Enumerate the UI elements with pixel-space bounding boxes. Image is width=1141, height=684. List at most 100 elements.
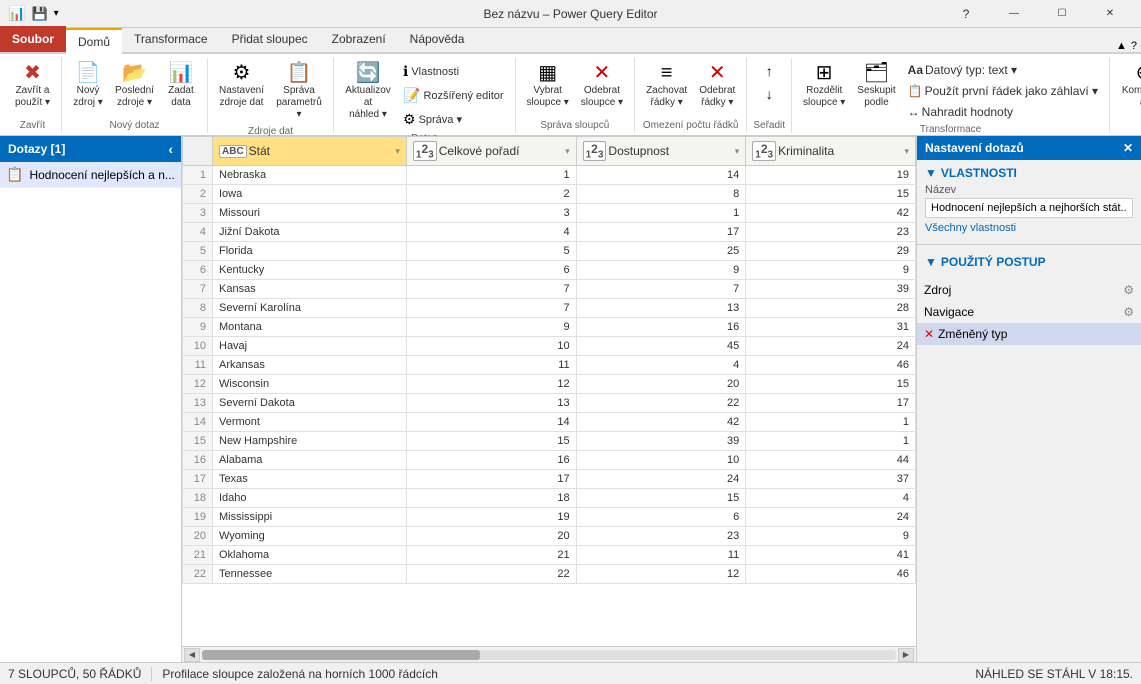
table-row[interactable]: 5 Florida 5 25 29 bbox=[183, 242, 916, 261]
step-zmeneny-typ[interactable]: ✕ Změněný typ bbox=[917, 323, 1141, 345]
steps-expand-icon[interactable]: ▼ bbox=[925, 255, 937, 269]
step-navigace[interactable]: Navigace ⚙ bbox=[917, 301, 1141, 323]
table-row[interactable]: 8 Severní Karolína 7 13 28 bbox=[183, 299, 916, 318]
tab-napoveda[interactable]: Nápověda bbox=[398, 26, 477, 52]
ribbon-group-kombinovat: ⊕ Kombinovat bbox=[1110, 58, 1141, 133]
table-row[interactable]: 9 Montana 9 16 31 bbox=[183, 318, 916, 337]
table-row[interactable]: 3 Missouri 3 1 42 bbox=[183, 204, 916, 223]
sidebar-collapse-icon[interactable]: ‹ bbox=[168, 141, 173, 157]
col-header-stat[interactable]: ABC Stát ▾ bbox=[213, 137, 407, 166]
table-row[interactable]: 14 Vermont 14 42 1 bbox=[183, 413, 916, 432]
table-row[interactable]: 4 Jižní Dakota 4 17 23 bbox=[183, 223, 916, 242]
table-row[interactable]: 17 Texas 17 24 37 bbox=[183, 470, 916, 489]
table-row[interactable]: 12 Wisconsin 12 20 15 bbox=[183, 375, 916, 394]
table-row[interactable]: 10 Havaj 10 45 24 bbox=[183, 337, 916, 356]
zachovat-radky-label: Zachovatřádky ▾ bbox=[646, 85, 687, 109]
table-row[interactable]: 18 Idaho 18 15 4 bbox=[183, 489, 916, 508]
cell-kriminalita: 29 bbox=[746, 242, 916, 261]
seradit-vzestupne-button[interactable]: ↑ bbox=[761, 60, 778, 82]
zadat-data-button[interactable]: 📊 Zadatdata bbox=[161, 60, 201, 112]
step-navigace-label: Navigace bbox=[924, 305, 974, 319]
properties-expand-icon[interactable]: ▼ bbox=[925, 166, 937, 180]
stat-filter-icon[interactable]: ▾ bbox=[395, 146, 400, 157]
table-row[interactable]: 6 Kentucky 6 9 9 bbox=[183, 261, 916, 280]
step-zdroj-gear[interactable]: ⚙ bbox=[1123, 283, 1134, 297]
vlastnosti-button[interactable]: ℹ Vlastnosti bbox=[398, 60, 509, 83]
table-row[interactable]: 21 Oklahoma 21 11 41 bbox=[183, 546, 916, 565]
dostupnost-filter-icon[interactable]: ▾ bbox=[735, 146, 740, 157]
col-header-kriminalita[interactable]: 123 Kriminalita ▾ bbox=[746, 137, 916, 166]
cell-stat: Wyoming bbox=[213, 527, 407, 546]
close-button[interactable]: ✕ bbox=[1087, 0, 1133, 28]
ribbon-help-icon[interactable]: ? bbox=[1131, 40, 1137, 52]
nahradit-hodnoty-button[interactable]: ↔ Nahradit hodnoty bbox=[903, 102, 1103, 122]
sprava-button[interactable]: ⚙ Správa ▾ bbox=[398, 108, 509, 131]
sidebar-header: Dotazy [1] ‹ bbox=[0, 136, 181, 162]
horizontal-scrollbar[interactable]: ◀ ▶ bbox=[182, 646, 916, 662]
zavrit-a-pouzit-button[interactable]: ✖ Zavřít apoužít ▾ bbox=[10, 60, 55, 112]
table-row[interactable]: 20 Wyoming 20 23 9 bbox=[183, 527, 916, 546]
step-navigace-gear[interactable]: ⚙ bbox=[1123, 305, 1134, 319]
odebrat-sloupce-button[interactable]: ✕ Odebratsloupce ▾ bbox=[576, 60, 628, 112]
all-properties-link[interactable]: Všechny vlastnosti bbox=[925, 222, 1133, 234]
kombinovat-button[interactable]: ⊕ Kombinovat bbox=[1116, 60, 1141, 112]
novy-zdroj-button[interactable]: 📄 Novýzdroj ▾ bbox=[68, 60, 108, 112]
table-row[interactable]: 11 Arkansas 11 4 46 bbox=[183, 356, 916, 375]
col-header-dostupnost[interactable]: 123 Dostupnost ▾ bbox=[576, 137, 746, 166]
table-row[interactable]: 13 Severní Dakota 13 22 17 bbox=[183, 394, 916, 413]
datovy-typ-button[interactable]: Aa Datový typ: text ▾ bbox=[903, 60, 1103, 80]
table-row[interactable]: 19 Mississippi 19 6 24 bbox=[183, 508, 916, 527]
maximize-button[interactable]: ☐ bbox=[1039, 0, 1085, 28]
seskupit-podle-button[interactable]: 🗂 Seskupitpodle bbox=[852, 60, 900, 112]
table-row[interactable]: 2 Iowa 2 8 15 bbox=[183, 185, 916, 204]
prvni-radek-icon: 📋 bbox=[908, 84, 923, 98]
tab-pridat-sloupec[interactable]: Přidat sloupec bbox=[220, 26, 320, 52]
sidebar-item-hodnoceni[interactable]: 📋 Hodnocení nejlepších a n... bbox=[0, 162, 181, 188]
scroll-track[interactable] bbox=[202, 650, 896, 660]
ribbon-collapse-icon[interactable]: ▲ bbox=[1116, 40, 1127, 52]
query-name-input[interactable] bbox=[925, 198, 1133, 218]
quick-save-icon[interactable]: 💾 bbox=[31, 6, 47, 22]
tab-domu[interactable]: Domů bbox=[66, 28, 122, 54]
posledni-zdroje-label: Poslednízdroje ▾ bbox=[115, 85, 154, 109]
data-table[interactable]: ABC Stát ▾ 123 Celkové pořadí ▾ bbox=[182, 136, 916, 646]
quick-access-dropdown[interactable]: ▾ bbox=[54, 8, 59, 19]
table-row[interactable]: 7 Kansas 7 7 39 bbox=[183, 280, 916, 299]
table-row[interactable]: 22 Tennessee 22 12 46 bbox=[183, 565, 916, 584]
cell-celkove: 9 bbox=[406, 318, 576, 337]
table-row[interactable]: 1 Nebraska 1 14 19 bbox=[183, 166, 916, 185]
properties-section: ▼ VLASTNOSTI Název Všechny vlastnosti bbox=[917, 160, 1141, 240]
tab-zobrazeni[interactable]: Zobrazení bbox=[320, 26, 398, 52]
aktualizovat-nahled-button[interactable]: 🔄 Aktualizovatnáhled ▾ bbox=[340, 60, 396, 124]
prvni-radek-button[interactable]: 📋 Použít první řádek jako záhlaví ▾ bbox=[903, 81, 1103, 101]
sprava-parametru-button[interactable]: 📋 Správaparametrů ▾ bbox=[271, 60, 327, 124]
table-row[interactable]: 16 Alabama 16 10 44 bbox=[183, 451, 916, 470]
vybrat-sloupce-button[interactable]: ▦ Vybratsloupce ▾ bbox=[522, 60, 574, 112]
table-row[interactable]: 15 New Hampshire 15 39 1 bbox=[183, 432, 916, 451]
nastaveni-zdroje-dat-button[interactable]: ⚙ Nastavenízdroje dat bbox=[214, 60, 269, 112]
help-icon[interactable]: ? bbox=[943, 0, 989, 28]
zadat-data-icon: 📊 bbox=[169, 63, 194, 83]
kriminalita-filter-icon[interactable]: ▾ bbox=[904, 146, 909, 157]
dostupnost-col-label: Dostupnost bbox=[608, 144, 669, 158]
col-header-celkove-poradi[interactable]: 123 Celkové pořadí ▾ bbox=[406, 137, 576, 166]
cell-dostupnost: 20 bbox=[576, 375, 746, 394]
rozdelit-sloupce-button[interactable]: ⊞ Rozdělitsloupce ▾ bbox=[798, 60, 850, 112]
rozdelit-sloupce-icon: ⊞ bbox=[816, 63, 833, 83]
scroll-left-arrow[interactable]: ◀ bbox=[184, 648, 200, 662]
tab-soubor[interactable]: Soubor bbox=[0, 26, 66, 52]
posledni-zdroje-button[interactable]: 📂 Poslednízdroje ▾ bbox=[110, 60, 159, 112]
odebrat-radky-button[interactable]: ✕ Odebratřádky ▾ bbox=[694, 60, 740, 112]
minimize-button[interactable]: — bbox=[991, 0, 1037, 28]
tab-transformace[interactable]: Transformace bbox=[122, 26, 220, 52]
celkove-filter-icon[interactable]: ▾ bbox=[565, 146, 570, 157]
seradit-sestupne-button[interactable]: ↓ bbox=[761, 83, 778, 105]
novy-zdroj-label: Novýzdroj ▾ bbox=[73, 85, 102, 109]
cell-dostupnost: 17 bbox=[576, 223, 746, 242]
right-panel-close-icon[interactable]: ✕ bbox=[1123, 141, 1133, 155]
rozsireny-editor-button[interactable]: 📝 Rozšířený editor bbox=[398, 84, 509, 107]
zachovat-radky-button[interactable]: ≡ Zachovatřádky ▾ bbox=[641, 60, 692, 112]
scroll-right-arrow[interactable]: ▶ bbox=[898, 648, 914, 662]
cell-celkove: 19 bbox=[406, 508, 576, 527]
step-zdroj[interactable]: Zdroj ⚙ bbox=[917, 279, 1141, 301]
